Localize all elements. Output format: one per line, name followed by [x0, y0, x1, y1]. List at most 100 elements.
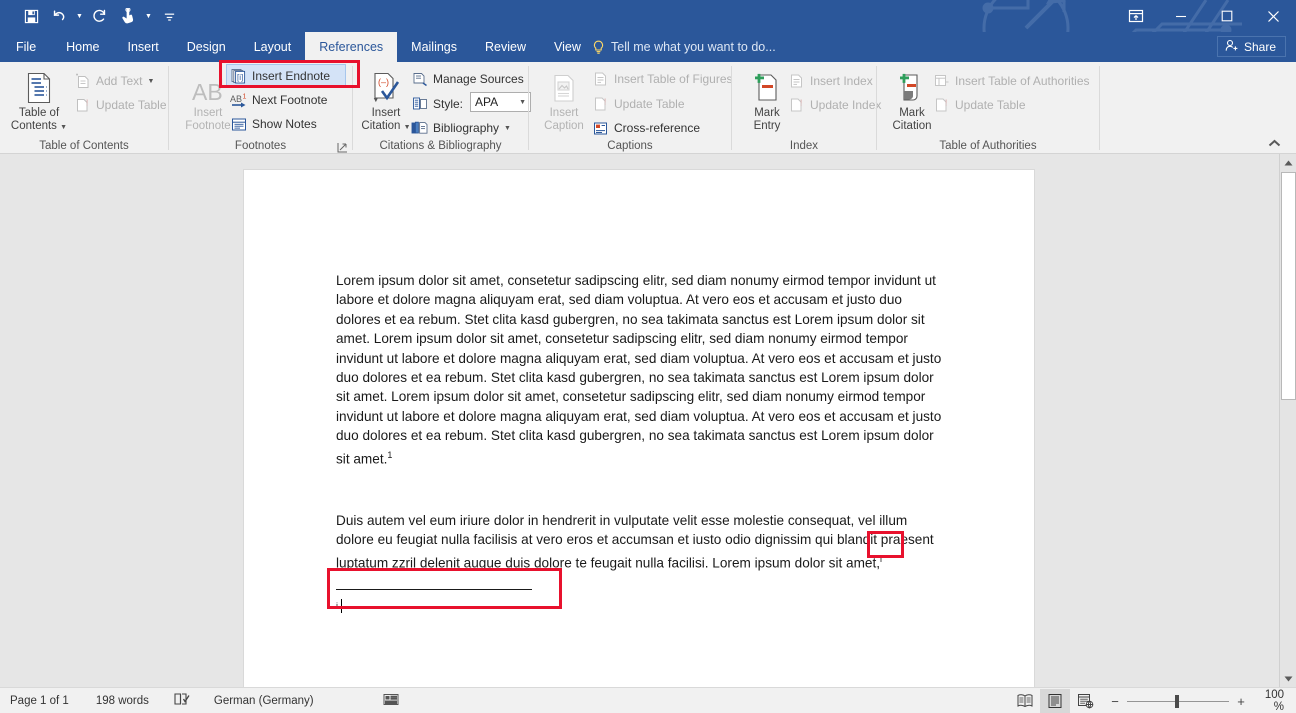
bibliography-icon	[411, 120, 428, 137]
insert-caption-label-line1: Insert	[550, 107, 579, 120]
group-label-captions: Captions	[529, 140, 731, 152]
table-of-contents-label-line1: Table of	[19, 107, 59, 120]
word-application-window: ▼ ▼	[0, 0, 1296, 713]
tab-home[interactable]: Home	[52, 32, 113, 62]
insert-table-of-authorities-label: Insert Table of Authorities	[955, 74, 1090, 88]
update-table-captions-label: Update Table	[614, 97, 685, 111]
svg-text:!: !	[800, 99, 802, 108]
citation-style-select[interactable]: APA ▼	[470, 92, 531, 112]
proofing-status[interactable]	[158, 688, 200, 713]
word-count[interactable]: 198 words	[78, 688, 158, 713]
vertical-scrollbar[interactable]	[1279, 154, 1296, 687]
table-of-contents-label-line2: Contents	[11, 120, 57, 132]
tab-design[interactable]: Design	[173, 32, 240, 62]
lightbulb-icon	[592, 40, 605, 55]
update-index-label: Update Index	[810, 98, 881, 112]
tab-file[interactable]: File	[0, 32, 52, 62]
language-indicator[interactable]: German (Germany)	[200, 688, 323, 713]
show-notes-label: Show Notes	[252, 117, 317, 131]
svg-text:1: 1	[218, 76, 225, 90]
paragraph-1-text: Lorem ipsum dolor sit amet, consetetur s…	[336, 273, 941, 466]
group-label-citations-bibliography: Citations & Bibliography	[353, 140, 528, 152]
share-label: Share	[1244, 40, 1276, 54]
tell-me-search[interactable]: Tell me what you want to do...	[592, 32, 776, 62]
chevron-down-icon[interactable]: ▼	[147, 78, 154, 85]
tab-layout[interactable]: Layout	[240, 32, 306, 62]
insert-citation-button[interactable]: (–) Insert Citation ▼	[355, 68, 417, 134]
zoom-out-button[interactable]: −	[1110, 694, 1120, 709]
print-layout-icon[interactable]	[1040, 689, 1070, 713]
insert-table-of-authorities-button[interactable]: Insert Table of Authorities	[933, 70, 1090, 92]
bibliography-button[interactable]: Bibliography ▼	[411, 117, 511, 139]
touch-mode-dropdown-caret-icon[interactable]: ▼	[143, 3, 154, 29]
maximize-button[interactable]	[1204, 0, 1250, 32]
web-layout-icon[interactable]	[1070, 689, 1100, 713]
footnote-reference-1[interactable]: 1	[387, 450, 392, 460]
update-table-toc-button[interactable]: ! Update Table	[74, 94, 167, 116]
paragraph-2-text: Duis autem vel eum iriure dolor in hendr…	[336, 513, 934, 570]
zoom-slider-thumb[interactable]	[1175, 695, 1179, 708]
show-notes-button[interactable]: Show Notes	[230, 113, 317, 135]
scroll-up-icon[interactable]	[1280, 154, 1296, 171]
document-paragraph-2[interactable]: Duis autem vel eum iriure dolor in hendr…	[336, 511, 944, 573]
touch-mouse-mode-icon[interactable]	[115, 3, 141, 29]
add-text-icon	[74, 73, 91, 90]
table-of-contents-button[interactable]: Table of Contents ▼	[8, 68, 70, 134]
insert-footnote-icon: AB 1	[190, 68, 226, 104]
svg-text:!: !	[86, 99, 88, 108]
update-table-captions-button[interactable]: ! Update Table	[592, 93, 685, 115]
record-macro-icon	[383, 692, 399, 709]
insert-footnote-label-line1: Insert	[194, 107, 223, 120]
chevron-down-icon[interactable]: ▼	[519, 99, 526, 106]
ribbon-group-table-of-contents: Table of Contents ▼ Add Text ▼	[0, 62, 168, 154]
share-button[interactable]: Share	[1217, 36, 1286, 57]
insert-index-button[interactable]: Insert Index	[788, 70, 873, 92]
manage-sources-button[interactable]: Manage Sources	[411, 68, 524, 90]
page-indicator-label: Page 1 of 1	[10, 695, 69, 707]
zoom-in-button[interactable]: +	[1236, 694, 1246, 709]
scroll-down-icon[interactable]	[1280, 670, 1296, 687]
undo-dropdown-caret-icon[interactable]: ▼	[74, 3, 85, 29]
endnote-marker-i: i	[336, 601, 338, 611]
add-text-button[interactable]: Add Text ▼	[74, 70, 154, 92]
save-icon[interactable]	[18, 3, 44, 29]
insert-endnote-button[interactable]: [i] Insert Endnote	[230, 65, 330, 87]
chevron-down-icon[interactable]: ▼	[404, 124, 411, 131]
tab-mailings[interactable]: Mailings	[397, 32, 471, 62]
close-button[interactable]	[1250, 0, 1296, 32]
style-label-wrap: Style:	[411, 93, 463, 115]
update-index-button[interactable]: ! Update Index	[788, 94, 881, 116]
zoom-slider[interactable]	[1127, 701, 1229, 702]
insert-caption-icon	[551, 68, 577, 104]
tab-insert[interactable]: Insert	[114, 32, 173, 62]
tab-view[interactable]: View	[540, 32, 595, 62]
undo-icon[interactable]	[46, 3, 72, 29]
manage-sources-label: Manage Sources	[433, 72, 524, 86]
footnotes-dialog-launcher-icon[interactable]	[337, 140, 349, 152]
ribbon-display-options-icon[interactable]	[1114, 0, 1158, 32]
record-macro[interactable]	[323, 688, 408, 713]
chevron-down-icon[interactable]: ▼	[60, 124, 67, 131]
zoom-level-label[interactable]: 100 %	[1252, 689, 1296, 713]
update-table-authorities-button[interactable]: ! Update Table	[933, 94, 1026, 116]
redo-icon[interactable]	[87, 3, 113, 29]
document-paragraph-1[interactable]: Lorem ipsum dolor sit amet, consetetur s…	[336, 271, 944, 469]
customize-quick-access-toolbar-icon[interactable]	[156, 3, 182, 29]
read-mode-icon[interactable]	[1010, 689, 1040, 713]
page-indicator[interactable]: Page 1 of 1	[0, 688, 78, 713]
minimize-button[interactable]	[1158, 0, 1204, 32]
insert-caption-button[interactable]: Insert Caption	[533, 68, 595, 133]
endnote-reference-i[interactable]: i	[880, 554, 882, 564]
insert-table-of-figures-button[interactable]: Insert Table of Figures	[592, 68, 733, 90]
tab-review[interactable]: Review	[471, 32, 540, 62]
endnote-entry[interactable]: i	[336, 599, 342, 613]
cross-reference-button[interactable]: Cross-reference	[592, 117, 700, 139]
scrollbar-thumb[interactable]	[1281, 172, 1296, 400]
tab-references[interactable]: References	[305, 32, 397, 62]
document-page[interactable]: Lorem ipsum dolor sit amet, consetetur s…	[243, 169, 1035, 687]
mark-citation-icon	[898, 68, 926, 104]
svg-text:!: !	[604, 98, 606, 107]
collapse-ribbon-icon[interactable]	[1266, 136, 1282, 150]
chevron-down-icon[interactable]: ▼	[504, 125, 511, 132]
svg-text:1: 1	[243, 94, 247, 101]
